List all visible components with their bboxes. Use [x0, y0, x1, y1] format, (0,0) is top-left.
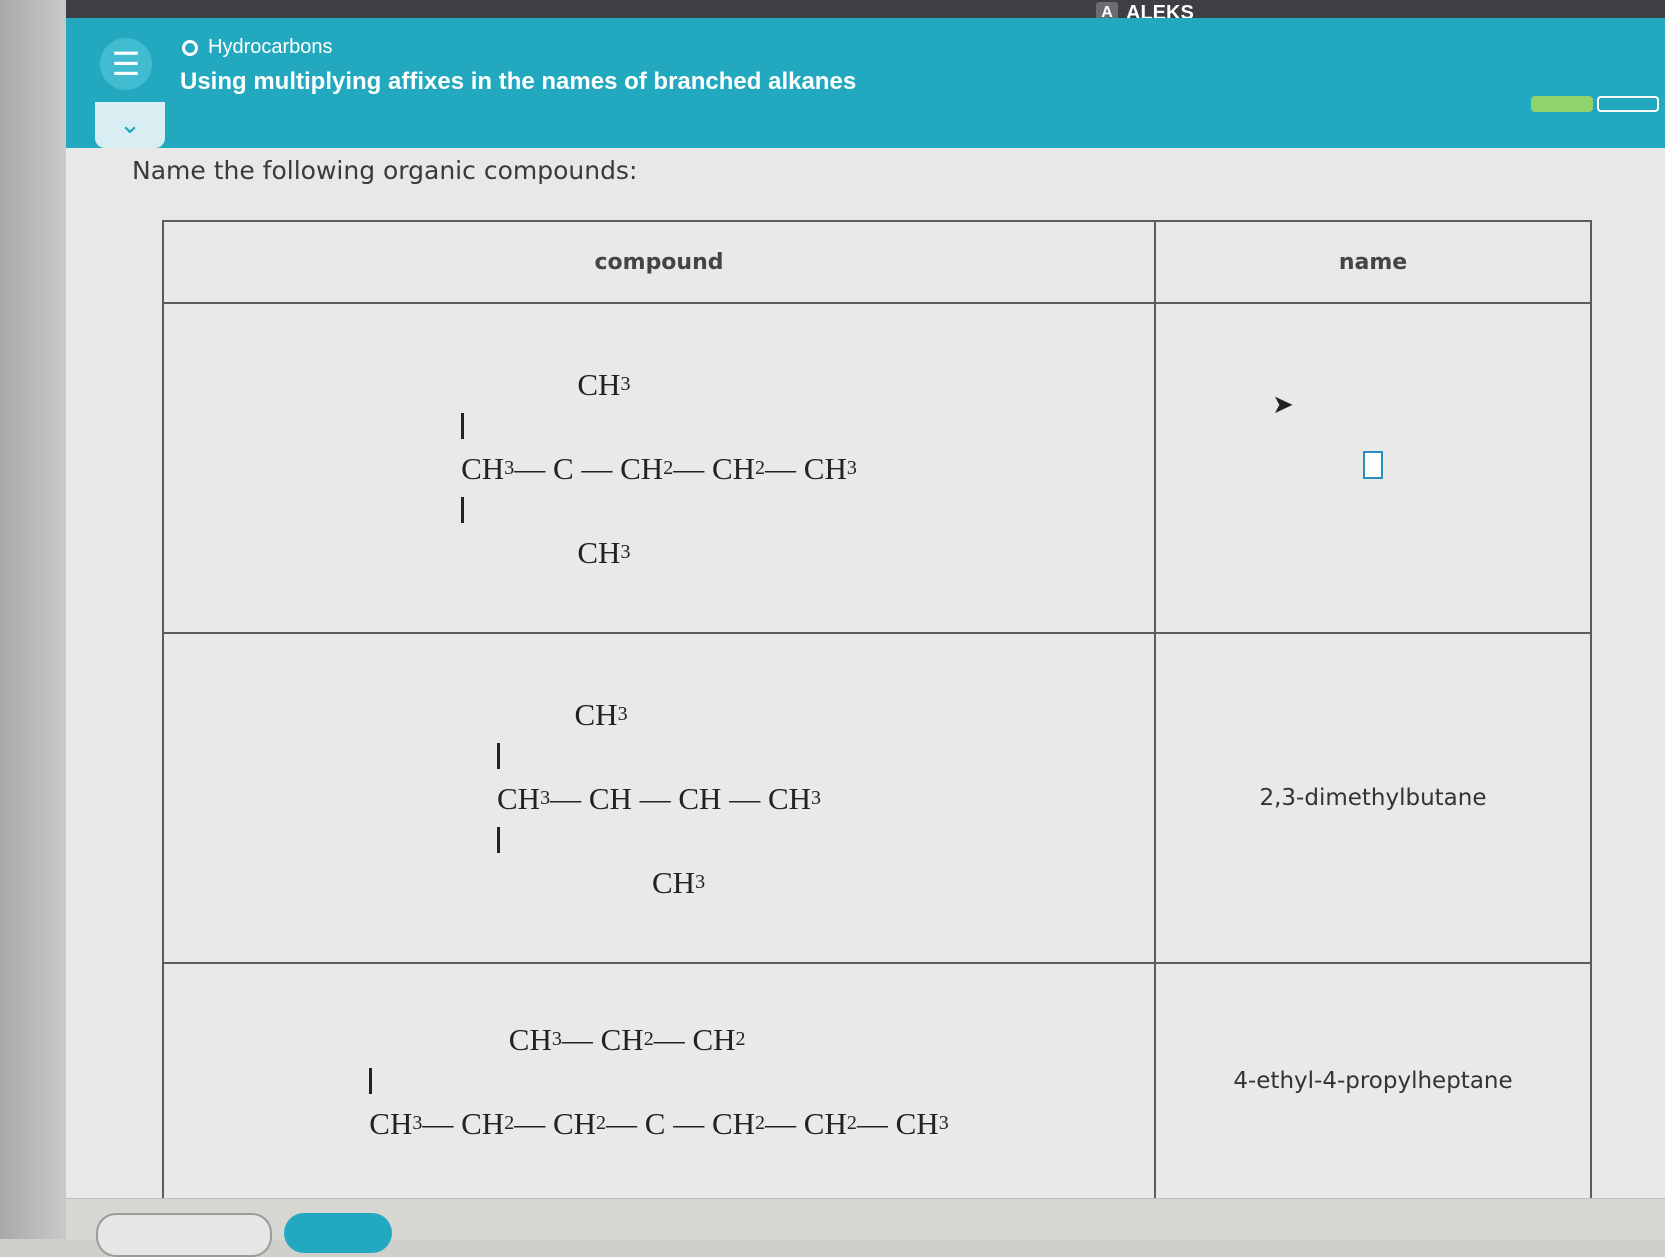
column-header-compound: compound — [162, 220, 1156, 304]
name-cell: 2,3-dimethylbutane — [1154, 632, 1592, 964]
name-cell — [1154, 302, 1592, 634]
instruction-text: Name the following organic compounds: — [132, 156, 638, 185]
lesson-title: Using multiplying affixes in the names o… — [180, 68, 857, 95]
compound-cell: CH 3 CH 3— CH — CH — CH 3 CH 3 — [162, 632, 1156, 964]
table-row: CH 3 CH 3— C — CH 2— CH 2— CH 3 CH 3 — [162, 302, 1592, 634]
hamburger-menu-icon[interactable]: ☰ — [100, 38, 152, 90]
screen-bezel — [0, 0, 66, 1239]
compound-cell: CH 3 CH 3— C — CH 2— CH 2— CH 3 CH 3 — [162, 302, 1156, 634]
bottom-action-bar — [66, 1198, 1665, 1257]
table-row: CH 3 CH 3— CH — CH — CH 3 CH 3 2,3-dimethylb… — [162, 632, 1592, 964]
compound-cell: CH 3— CH 2— CH 2 CH 3— CH 2— CH 2— C — CH 2— CH… — [162, 962, 1156, 1200]
progress-segment-filled — [1531, 96, 1593, 112]
chevron-down-icon[interactable]: ⌄ — [95, 102, 165, 148]
structural-formula: CH 3 CH 3— CH — CH — CH 3 CH 3 — [496, 696, 822, 900]
column-header-name: name — [1154, 220, 1592, 304]
lesson-header: ☰ Hydrocarbons Using multiplying affixes… — [66, 18, 1665, 148]
question-area: Name the following organic compounds: co… — [66, 148, 1665, 1200]
name-answer-input[interactable] — [1363, 451, 1383, 479]
topic-label: Hydrocarbons — [208, 36, 333, 58]
mouse-pointer-icon: ➤ — [1272, 390, 1294, 420]
primary-action-button[interactable] — [284, 1213, 392, 1253]
topic-row: Hydrocarbons — [182, 36, 333, 59]
progress-bar — [1531, 96, 1659, 112]
structural-formula: CH 3— CH 2— CH 2 CH 3— CH 2— CH 2— C — CH 2— CH… — [369, 1021, 949, 1141]
secondary-action-button[interactable] — [96, 1213, 272, 1257]
compounds-table: compound name CH 3 CH 3— C — CH 2— CH 2— CH 3… — [162, 220, 1592, 1200]
table-row: CH 3— CH 2— CH 2 CH 3— CH 2— CH 2— C — CH 2— CH… — [162, 962, 1592, 1200]
topic-status-icon — [182, 39, 198, 56]
structural-formula: CH 3 CH 3— C — CH 2— CH 2— CH 3 CH 3 — [461, 366, 857, 570]
name-cell: 4-ethyl-4-propylheptane — [1154, 962, 1592, 1200]
progress-segment-empty — [1597, 96, 1659, 112]
